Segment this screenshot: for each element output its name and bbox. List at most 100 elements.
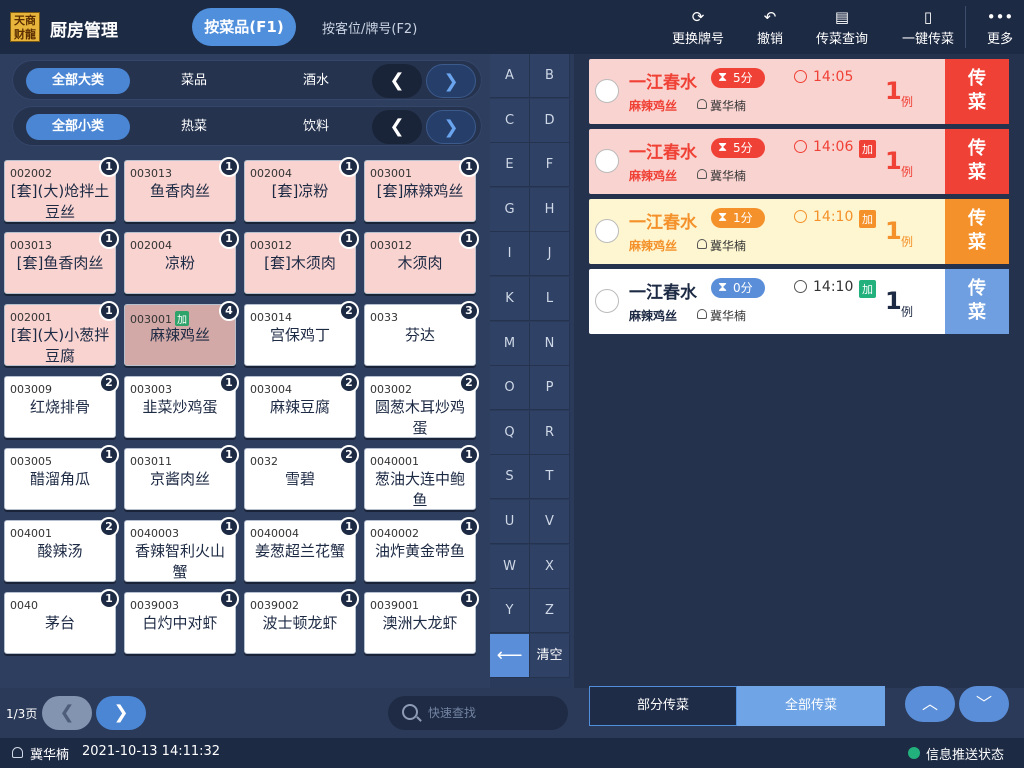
- order-row[interactable]: 一江春水 1分 14:10 加麻辣鸡丝 冀华楠 1例 传菜: [589, 199, 1009, 264]
- alpha-key-p[interactable]: P: [530, 366, 570, 411]
- tab-by-table[interactable]: 按客位/牌号(F2): [322, 18, 417, 37]
- alpha-key-j[interactable]: J: [530, 232, 570, 277]
- scroll-down-button[interactable]: ﹀: [959, 686, 1009, 722]
- alpha-key-y[interactable]: Y: [490, 589, 530, 634]
- subcategory-hot-chip[interactable]: 热菜: [162, 114, 226, 140]
- dish-card[interactable]: 003001 [套]麻辣鸡丝 1: [364, 157, 479, 222]
- dish-card[interactable]: 0040001 葱油大连中鲍鱼 1: [364, 445, 479, 510]
- alpha-key-r[interactable]: R: [530, 410, 570, 455]
- serve-query-button[interactable]: ▤ 传菜查询: [812, 6, 872, 50]
- dish-card[interactable]: 0039001 澳洲大龙虾 1: [364, 589, 479, 654]
- order-row[interactable]: 一江春水 5分 14:05 麻辣鸡丝 冀华楠 1例 传菜: [589, 59, 1009, 124]
- dish-code: 0040001: [370, 455, 419, 468]
- category-all-chip[interactable]: 全部大类: [26, 68, 130, 94]
- subcategory-prev-button[interactable]: ❮: [372, 110, 422, 144]
- alpha-key-k[interactable]: K: [490, 277, 530, 321]
- order-select-radio[interactable]: [595, 289, 619, 313]
- dish-card[interactable]: 003009 红烧排骨 2: [4, 373, 119, 438]
- page-next-button[interactable]: ❯: [96, 696, 146, 730]
- alpha-key-d[interactable]: D: [530, 98, 570, 143]
- serve-all-button[interactable]: 全部传菜: [737, 686, 885, 726]
- category-drinks-chip[interactable]: 酒水: [284, 68, 348, 94]
- more-icon: •••: [986, 8, 1014, 26]
- subcategory-next-button[interactable]: ❯: [426, 110, 476, 144]
- scroll-up-button[interactable]: ︿: [905, 686, 955, 722]
- alpha-key-b[interactable]: B: [530, 54, 570, 98]
- dish-card[interactable]: 004001 酸辣汤 2: [4, 517, 119, 582]
- change-tag-button[interactable]: ⟳ 更换牌号: [668, 6, 728, 50]
- dish-card[interactable]: 0039003 白灼中对虾 1: [124, 589, 239, 654]
- subcategory-all-chip[interactable]: 全部小类: [26, 114, 130, 140]
- backspace-key[interactable]: ⟵: [490, 633, 530, 678]
- order-select-radio[interactable]: [595, 219, 619, 243]
- alpha-key-u[interactable]: U: [490, 500, 530, 544]
- chevron-right-icon: ❯: [443, 117, 459, 138]
- serve-button[interactable]: 传菜: [945, 269, 1009, 334]
- dish-card[interactable]: 003012 [套]木须肉 1: [244, 229, 359, 294]
- clear-key[interactable]: 清空: [530, 633, 570, 678]
- serve-button[interactable]: 传菜: [945, 129, 1009, 194]
- alpha-key-w[interactable]: W: [490, 544, 530, 589]
- dish-card[interactable]: 003014 宫保鸡丁 2: [244, 301, 359, 366]
- dish-card[interactable]: 0032 雪碧 2: [244, 445, 359, 510]
- dish-card[interactable]: 003002 圆葱木耳炒鸡蛋 2: [364, 373, 479, 438]
- alpha-key-i[interactable]: I: [490, 232, 530, 277]
- alpha-key-h[interactable]: H: [530, 187, 570, 232]
- serve-button[interactable]: 传菜: [945, 199, 1009, 264]
- alpha-key-z[interactable]: Z: [530, 589, 570, 634]
- dish-code-text: 0040002: [370, 527, 419, 540]
- category-dish-chip[interactable]: 菜品: [162, 68, 226, 94]
- alpha-key-a[interactable]: A: [490, 54, 530, 98]
- dish-code-text: 0040004: [250, 527, 299, 540]
- alpha-key-v[interactable]: V: [530, 500, 570, 544]
- dish-card[interactable]: 0039002 波士顿龙虾 1: [244, 589, 359, 654]
- dish-card[interactable]: 003011 京酱肉丝 1: [124, 445, 239, 510]
- dish-card[interactable]: 0040002 油炸黄金带鱼 1: [364, 517, 479, 582]
- dish-card[interactable]: 0040 茅台 1: [4, 589, 119, 654]
- serve-label: 传: [968, 278, 986, 299]
- alpha-key-n[interactable]: N: [530, 321, 570, 366]
- dish-card[interactable]: 003003 韭菜炒鸡蛋 1: [124, 373, 239, 438]
- alpha-key-g[interactable]: G: [490, 187, 530, 232]
- dish-card[interactable]: 003012 木须肉 1: [364, 229, 479, 294]
- alpha-key-m[interactable]: M: [490, 321, 530, 366]
- dish-count-badge: 2: [339, 445, 359, 465]
- alpha-key-c[interactable]: C: [490, 98, 530, 143]
- quick-search-input[interactable]: 快速查找: [388, 696, 568, 730]
- order-row[interactable]: 一江春水 0分 14:10 加麻辣鸡丝 冀华楠 1例 传菜: [589, 269, 1009, 334]
- subcategory-beverage-chip[interactable]: 饮料: [284, 114, 348, 140]
- dish-card[interactable]: 0033 芬达 3: [364, 301, 479, 366]
- dish-card[interactable]: 002004 [套]凉粉 1: [244, 157, 359, 222]
- category-next-button[interactable]: ❯: [426, 64, 476, 98]
- partial-serve-button[interactable]: 部分传菜: [589, 686, 737, 726]
- dish-card[interactable]: 002002 [套](大)炝拌土豆丝 1: [4, 157, 119, 222]
- alpha-key-e[interactable]: E: [490, 143, 530, 188]
- dish-card[interactable]: 002004 凉粉 1: [124, 229, 239, 294]
- serve-button[interactable]: 传菜: [945, 59, 1009, 124]
- order-select-radio[interactable]: [595, 149, 619, 173]
- alpha-key-q[interactable]: Q: [490, 410, 530, 455]
- alpha-key-x[interactable]: X: [530, 544, 570, 589]
- category-prev-button[interactable]: ❮: [372, 64, 422, 98]
- dish-card[interactable]: 003005 醋溜角瓜 1: [4, 445, 119, 510]
- alpha-key-t[interactable]: T: [530, 455, 570, 500]
- order-select-radio[interactable]: [595, 79, 619, 103]
- dish-card[interactable]: 003001 加麻辣鸡丝 4: [124, 301, 239, 366]
- alpha-key-f[interactable]: F: [530, 143, 570, 188]
- dish-card[interactable]: 003013 [套]鱼香肉丝 1: [4, 229, 119, 294]
- dish-card[interactable]: 0040003 香辣智利火山蟹 1: [124, 517, 239, 582]
- dish-code-text: 0040001: [370, 455, 419, 468]
- one-click-serve-button[interactable]: ▯ 一键传菜: [898, 6, 958, 50]
- order-row[interactable]: 一江春水 5分 14:06 加麻辣鸡丝 冀华楠 1例 传菜: [589, 129, 1009, 194]
- alpha-key-o[interactable]: O: [490, 366, 530, 411]
- tab-by-dish[interactable]: 按菜品(F1): [192, 8, 296, 46]
- dish-card[interactable]: 003004 麻辣豆腐 2: [244, 373, 359, 438]
- dish-card[interactable]: 0040004 姜葱超兰花蟹 1: [244, 517, 359, 582]
- alpha-key-s[interactable]: S: [490, 455, 530, 500]
- alpha-key-l[interactable]: L: [530, 277, 570, 321]
- page-prev-button[interactable]: ❮: [42, 696, 92, 730]
- dish-card[interactable]: 003013 鱼香肉丝 1: [124, 157, 239, 222]
- dish-card[interactable]: 002001 [套](大)小葱拌豆腐 1: [4, 301, 119, 366]
- undo-button[interactable]: ↶ 撤销: [748, 6, 792, 50]
- more-button[interactable]: ••• 更多: [982, 6, 1018, 50]
